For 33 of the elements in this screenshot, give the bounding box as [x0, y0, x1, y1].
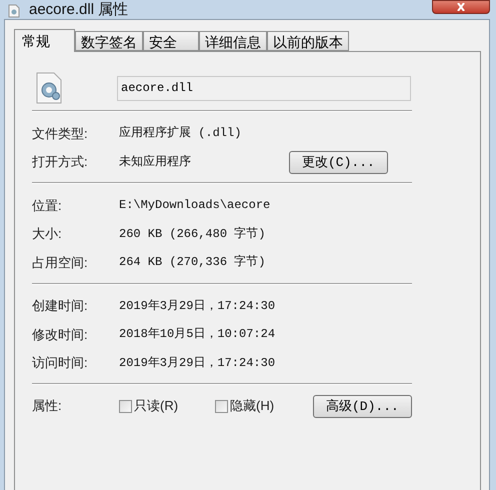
dialog-button[interactable]: 高级(D)... [313, 395, 412, 418]
field-value: 2018年10月5日，10:07:24 [119, 326, 276, 344]
tab[interactable]: 数字签名 [75, 31, 143, 51]
field-value: 264 KB (270,336 字节) [119, 254, 266, 272]
field-label: 大小: [32, 225, 63, 243]
tab[interactable]: 安全 [143, 31, 199, 51]
tab[interactable]: 详细信息 [199, 31, 267, 51]
close-button[interactable] [432, 0, 490, 14]
field-value: E:\MyDownloads\aecore [119, 197, 272, 214]
gear-document-icon [35, 72, 63, 104]
close-icon [456, 3, 466, 11]
tab[interactable]: 以前的版本 [267, 31, 349, 51]
field-label: 位置: [32, 196, 63, 214]
field-label: 打开方式: [32, 153, 89, 171]
field-label: 修改时间: [32, 326, 89, 344]
tab[interactable]: 常规 [14, 29, 75, 52]
field-label: 文件类型: [32, 124, 89, 142]
field-value: 260 KB (266,480 字节) [119, 226, 266, 243]
window-title: aecore.dll 属性 [29, 1, 128, 19]
field-label: 创建时间: [32, 297, 89, 315]
checkbox[interactable] [215, 400, 228, 412]
field-value: 2019年3月29日，17:24:30 [119, 298, 276, 315]
checkbox-label: 隐藏(H) [230, 397, 274, 416]
field-label: 占用空间: [32, 254, 89, 272]
field-value: 2019年3月29日，17:24:30 [119, 354, 276, 372]
field-label: 属性: [32, 397, 63, 416]
field-value: 未知应用程序 [119, 154, 192, 171]
dialog-button[interactable]: 更改(C)... [289, 150, 388, 174]
field-label: 访问时间: [32, 354, 89, 372]
file-name-field[interactable]: aecore.dll [117, 76, 411, 100]
field-value: 应用程序扩展 (.dll) [119, 125, 242, 142]
checkbox-label: 只读(R) [134, 397, 178, 416]
checkbox[interactable] [119, 400, 132, 412]
